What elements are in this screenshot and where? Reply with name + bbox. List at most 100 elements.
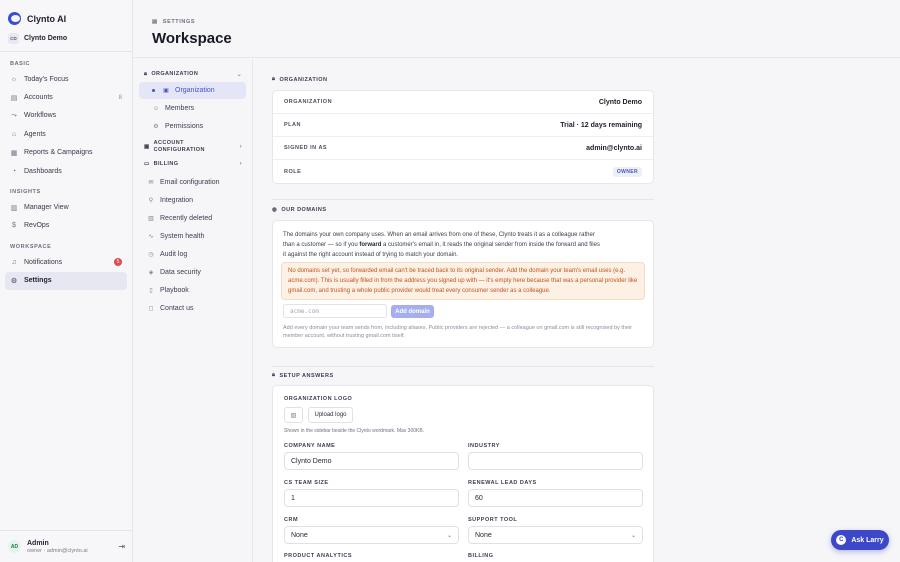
- gear-icon: ⚙: [10, 277, 18, 285]
- subnav-item-email-configuration[interactable]: ✉ Email configuration: [139, 174, 246, 191]
- subnav-item-label: Playbook: [160, 287, 189, 294]
- logo-label: ORGANIZATION LOGO: [284, 396, 353, 402]
- sidebar-item-label: Today's Focus: [24, 75, 69, 83]
- domains-card: The domains your own company uses. When …: [272, 220, 654, 348]
- org-row-plan: PLAN Trial · 12 days remaining: [273, 114, 653, 137]
- subnav-item-label: Audit log: [160, 251, 188, 258]
- subnav-item-members[interactable]: ☺ Members: [139, 100, 246, 117]
- sidebar-item-revops[interactable]: $ RevOps: [5, 217, 127, 235]
- globe-icon: ◍: [272, 207, 278, 213]
- subnav-item-recently-deleted[interactable]: ▥ Recently deleted: [139, 210, 246, 227]
- renewal-lead-days-input[interactable]: 60: [468, 489, 643, 507]
- workspace-switcher[interactable]: CD Clynto Demo: [0, 26, 132, 52]
- ask-larry-button[interactable]: C Ask Larry: [831, 530, 889, 550]
- subnav-item-organization[interactable]: ▣ Organization: [139, 82, 246, 99]
- avatar: AD: [8, 540, 21, 553]
- sidebar-item-reports-campaigns[interactable]: ▦ Reports & Campaigns: [5, 144, 127, 162]
- org-row-signed-in: SIGNED IN AS admin@clynto.ai: [273, 137, 653, 160]
- subnav-item-label: Contact us: [160, 305, 194, 312]
- lock-icon: 🔒︎: [272, 372, 276, 378]
- plug-icon: ⚲: [148, 198, 154, 204]
- subnav-item-label: Email configuration: [160, 179, 220, 186]
- sidebar-item-today-s-focus[interactable]: ☼ Today's Focus: [5, 70, 127, 88]
- sidebar-item-label: Workflows: [24, 112, 57, 120]
- divider: [272, 366, 654, 367]
- subnav-group-account-configuration[interactable]: ▦ ACCOUNT CONFIGURATION ›: [133, 137, 252, 156]
- sidebar-item-label: Notifications: [24, 258, 63, 266]
- cs-team-size-input[interactable]: 1: [284, 489, 459, 507]
- subnav-item-contact-us[interactable]: ◻ Contact us: [139, 300, 246, 317]
- sidebar-item-dashboards[interactable]: ◔ Dashboards: [5, 162, 127, 180]
- no-domains-warning: No domains set yet, so forwarded email c…: [281, 262, 645, 300]
- subnav-item-audit-log[interactable]: ◷ Audit log: [139, 246, 246, 263]
- add-domain-button[interactable]: Add domain: [391, 305, 434, 318]
- subnav-item-label: System health: [160, 233, 205, 240]
- subnav-group-billing[interactable]: ▭ BILLING ›: [133, 157, 252, 171]
- subnav-item-data-security[interactable]: ◈ Data security: [139, 264, 246, 281]
- sidebar-item-label: Reports & Campaigns: [24, 149, 93, 157]
- sidebar: Clynto AI CD Clynto Demo BASIC ☼ Today's F…: [0, 0, 133, 562]
- workflow-icon: ⤳: [11, 111, 17, 119]
- org-row-organization: ORGANIZATION Clynto Demo: [273, 91, 653, 114]
- sidebar-item-label: Settings: [24, 277, 52, 285]
- crm-value: None: [291, 531, 308, 539]
- subnav-item-system-health[interactable]: ∿ System health: [139, 228, 246, 245]
- cs-team-size-label: CS TEAM SIZE: [284, 480, 329, 486]
- nav-section-title: INSIGHTS: [10, 189, 41, 196]
- sidebar-item-settings[interactable]: ⚙ Settings: [5, 271, 127, 290]
- logout-icon[interactable]: ⇥: [118, 542, 125, 551]
- chevron-right-icon: ›: [239, 143, 242, 150]
- sidebar-item-label: Dashboards: [24, 167, 62, 175]
- user-panel: AD Admin owner · admin@clynto.ai ⇥: [0, 530, 133, 562]
- crm-select[interactable]: None ⌄: [284, 526, 459, 544]
- sidebar-item-label: Accounts: [24, 94, 53, 102]
- subnav-items: ✉ Email configuration ⚲ Integration ▥ Recentl…: [133, 174, 252, 317]
- organization-heading: 🔒︎ ORGANIZATION: [272, 76, 328, 83]
- industry-input[interactable]: [468, 452, 643, 470]
- breadcrumb-label: SETTINGS: [162, 19, 196, 25]
- sun-icon: ☼: [10, 75, 18, 83]
- chat-icon: ◻: [148, 306, 154, 312]
- company-name-label: COMPANY NAME: [284, 443, 336, 449]
- brand-name: Clynto AI: [27, 13, 67, 24]
- gear-icon: ⚙: [153, 124, 159, 130]
- brand[interactable]: Clynto AI: [0, 0, 132, 26]
- card-icon: ▭: [144, 161, 150, 167]
- company-name-input[interactable]: Clynto Demo: [284, 452, 459, 470]
- nav-section-title: WORKSPACE: [10, 244, 52, 251]
- upload-logo-button[interactable]: Upload logo: [308, 407, 353, 423]
- pulse-icon: ∿: [148, 234, 154, 240]
- subnav-group-organization[interactable]: 🔒︎ ORGANIZATION ⌄: [133, 67, 252, 81]
- sidebar-item-notifications[interactable]: ♫ Notifications 5: [5, 253, 127, 271]
- settings-content: 🔒︎ ORGANIZATION ORGANIZATION Clynto Demo…: [254, 59, 900, 562]
- organization-card: ORGANIZATION Clynto Demo PLAN Trial · 12…: [272, 90, 654, 184]
- subnav-item-integration[interactable]: ⚲ Integration: [139, 192, 246, 209]
- support-tool-label: SUPPORT TOOL: [468, 517, 518, 523]
- sidebar-item-label: RevOps: [24, 222, 50, 230]
- trash-icon: ▥: [148, 216, 154, 222]
- sidebar-item-agents[interactable]: ⌂ Agents: [5, 125, 127, 143]
- lock-icon: 🔒︎: [272, 76, 276, 82]
- image-icon: ▧: [284, 407, 303, 423]
- industry-label: INDUSTRY: [468, 443, 500, 449]
- subnav-item-playbook[interactable]: ▯ Playbook: [139, 282, 246, 299]
- nav-section-title: BASIC: [10, 61, 31, 67]
- sidebar-item-accounts[interactable]: ▤ Accounts 8: [5, 88, 127, 106]
- chart-icon: ▥: [10, 204, 18, 212]
- setup-card: ORGANIZATION LOGO ▧ Upload logo Shown in…: [272, 385, 654, 562]
- sidebar-item-label: Agents: [24, 130, 46, 138]
- domain-input[interactable]: acme.com: [283, 304, 387, 318]
- sidebar-item-manager-view[interactable]: ▥ Manager View: [5, 198, 127, 216]
- role-badge: OWNER: [612, 166, 642, 177]
- user-name: Admin: [27, 539, 49, 547]
- chevron-right-icon: ›: [239, 161, 242, 167]
- subnav-item-permissions[interactable]: ⚙ Permissions: [139, 118, 246, 135]
- workspace-badge: CD: [8, 33, 19, 44]
- clynto-logo-icon: [8, 12, 21, 25]
- building-icon: ▣: [163, 88, 169, 94]
- user-role-email: owner · admin@clynto.ai: [27, 547, 88, 554]
- support-tool-select[interactable]: None ⌄: [468, 526, 643, 544]
- clock-icon: ◷: [148, 252, 154, 258]
- mail-icon: ✉: [148, 180, 154, 186]
- sidebar-item-workflows[interactable]: ⤳ Workflows: [5, 107, 127, 125]
